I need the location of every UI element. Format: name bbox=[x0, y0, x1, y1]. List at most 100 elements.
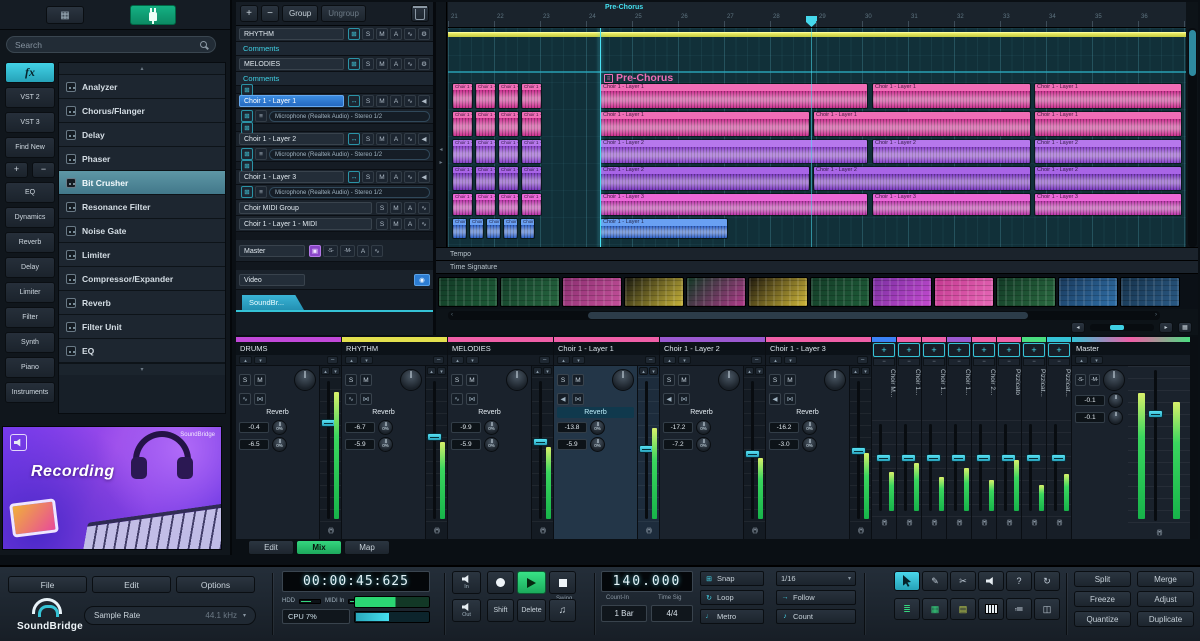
collapse-channel-button[interactable]: − bbox=[923, 358, 945, 366]
mixer-channel[interactable]: Choir 1 - Layer 1▴▾−SM◀⋈Reverb-13.80%-5.… bbox=[554, 337, 659, 539]
fader-collapse-down-icon[interactable]: ▾ bbox=[861, 367, 870, 375]
expand-channel-button[interactable]: + bbox=[948, 343, 970, 357]
audio-clip[interactable]: Choir 1 - Layer 1 bbox=[521, 111, 542, 137]
time-signature-lane[interactable]: Time Signature bbox=[436, 260, 1198, 273]
crossfade-icon[interactable]: ⋈ bbox=[466, 393, 478, 405]
wave-icon[interactable]: ∿ bbox=[345, 393, 357, 405]
collapse-channel-button[interactable]: − bbox=[873, 358, 895, 366]
audio-clip[interactable]: Choir 1 - Layer 2 bbox=[452, 139, 473, 164]
expand-channel-button[interactable]: + bbox=[998, 343, 1020, 357]
crossfade-icon[interactable]: ⋈ bbox=[360, 393, 372, 405]
fader-collapse-down-icon[interactable]: ▾ bbox=[331, 367, 340, 375]
collapsed-channel[interactable]: +−Choir 2...((•)) bbox=[972, 337, 996, 539]
audio-clip[interactable]: Choir 1 - Layer 1 bbox=[475, 111, 496, 137]
mixer-channel[interactable]: MELODIES▴▾−SM∿⋈Reverb-9.90%-5.90%▴▾((•)) bbox=[448, 337, 553, 539]
vertical-scroll-thumb[interactable] bbox=[1189, 30, 1196, 76]
plugin-manager-button[interactable] bbox=[130, 5, 176, 25]
menu-file-button[interactable]: File bbox=[8, 576, 87, 593]
collapse-up-icon[interactable]: ▴ bbox=[345, 356, 358, 364]
collapsed-channel[interactable]: +−Pizzicat...((•)) bbox=[1022, 337, 1046, 539]
remove-plugin-button[interactable]: − bbox=[32, 162, 55, 178]
remove-channel-button[interactable]: − bbox=[539, 356, 550, 364]
audio-clip[interactable]: Choir 1 - Layer 1 bbox=[452, 83, 473, 109]
plugin-list-scroll-up-icon[interactable]: ▴ bbox=[59, 63, 225, 75]
zoom-slider[interactable] bbox=[1090, 324, 1154, 331]
snap-toggle[interactable]: ⊞Snap bbox=[700, 571, 764, 586]
send-knob[interactable]: 0% bbox=[272, 420, 287, 435]
mute-button[interactable]: M bbox=[254, 374, 266, 386]
collapsed-channel[interactable]: +−Pizzicat...((•)) bbox=[1047, 337, 1071, 539]
wave-icon[interactable]: ∿ bbox=[451, 393, 463, 405]
send-slot[interactable]: Reverb bbox=[451, 407, 528, 418]
input-fold-icon[interactable]: ⊞ bbox=[241, 110, 253, 122]
project-tab[interactable]: SoundBr... bbox=[242, 295, 304, 310]
fader-collapse-up-icon[interactable]: ▴ bbox=[745, 367, 754, 375]
track-name[interactable]: Choir 1 - Layer 1 bbox=[239, 95, 344, 107]
count-in-select[interactable]: 1 Bar bbox=[601, 605, 647, 622]
remove-channel-button[interactable]: − bbox=[645, 356, 656, 364]
send-knob[interactable]: 0% bbox=[696, 420, 711, 435]
plugin-group-limiter[interactable]: Limiter bbox=[5, 282, 55, 303]
mute-button[interactable]: M bbox=[376, 28, 388, 40]
automation-button[interactable]: A bbox=[404, 202, 416, 214]
plugin-group-synth[interactable]: Synth bbox=[5, 332, 55, 353]
track-name[interactable]: Master bbox=[239, 245, 305, 257]
audio-clip[interactable]: Choir 1 - Layer 3 bbox=[452, 193, 473, 216]
pan-knob[interactable] bbox=[400, 369, 422, 391]
collapse-channel-button[interactable]: − bbox=[948, 358, 970, 366]
plugin-item[interactable]: EQ bbox=[59, 339, 225, 363]
automation-button[interactable]: A bbox=[404, 218, 416, 230]
master-solo-button[interactable]: -S- bbox=[1075, 374, 1086, 386]
plugin-item[interactable]: Limiter bbox=[59, 243, 225, 267]
solo-button[interactable]: S bbox=[362, 58, 374, 70]
stretch-icon[interactable]: ↔ bbox=[348, 171, 360, 183]
routing-icon[interactable]: ⊞ bbox=[348, 58, 360, 70]
promo-banner[interactable]: SoundBridge Recording bbox=[2, 426, 222, 550]
mixer-tab-edit[interactable]: Edit bbox=[248, 540, 294, 555]
plugin-group-eq[interactable]: EQ bbox=[5, 182, 55, 203]
mute-button[interactable]: M bbox=[360, 374, 372, 386]
solo-button[interactable]: S bbox=[451, 374, 463, 386]
video-thumbnail[interactable] bbox=[934, 277, 994, 307]
menu-options-button[interactable]: Options bbox=[176, 576, 255, 593]
stretch-icon[interactable]: ↔ bbox=[348, 133, 360, 145]
track-row[interactable]: Master▣-S--M-A∿ bbox=[236, 240, 433, 262]
mute-button[interactable]: M bbox=[390, 218, 402, 230]
expand-channel-button[interactable]: + bbox=[873, 343, 895, 357]
play-button[interactable] bbox=[517, 571, 546, 594]
master-solo-button[interactable]: -S- bbox=[323, 245, 338, 257]
mute-button[interactable]: M bbox=[376, 95, 388, 107]
collapse-down-icon[interactable]: ▾ bbox=[572, 356, 585, 364]
audio-clip[interactable]: Choir 1 - Layer 1 bbox=[1034, 83, 1182, 109]
wave-icon[interactable]: ∿ bbox=[418, 202, 430, 214]
video-thumbnail[interactable] bbox=[748, 277, 808, 307]
fader-handle[interactable] bbox=[901, 454, 916, 462]
sample-rate-select[interactable]: Sample Rate 44.1 kHz ▾ bbox=[84, 606, 256, 625]
mixer-channel[interactable]: DRUMS▴▾−SM∿⋈Reverb-0.40%-6.50%▴▾((•)) bbox=[236, 337, 341, 539]
loop-tool-button[interactable]: ↻ bbox=[1034, 571, 1060, 591]
plugin-item[interactable]: Bit Crusher bbox=[59, 171, 225, 195]
audio-clip[interactable]: Choir 1 - Layer 2 bbox=[498, 139, 519, 164]
scroll-left-icon[interactable]: ‹ bbox=[448, 312, 456, 319]
comments-row[interactable]: Comments bbox=[236, 42, 433, 56]
input-fold-icon[interactable]: ⊞ bbox=[241, 186, 253, 198]
audio-clip[interactable]: Choir 1 - Layer 3 bbox=[872, 193, 1031, 216]
crossfade-icon[interactable]: ⋈ bbox=[678, 393, 690, 405]
marker-label[interactable]: Pre-Chorus bbox=[605, 4, 643, 11]
video-thumbnail[interactable] bbox=[1120, 277, 1180, 307]
audio-clip[interactable]: Choir 1 - Layer 2 bbox=[475, 166, 496, 191]
merge-button[interactable]: Merge bbox=[1137, 571, 1194, 587]
monitor-speaker-icon[interactable]: ◀ bbox=[663, 393, 675, 405]
fader-handle[interactable] bbox=[926, 454, 941, 462]
send-slot[interactable]: Reverb bbox=[769, 407, 846, 418]
mute-button[interactable]: M bbox=[784, 374, 796, 386]
wave-icon[interactable]: ∿ bbox=[239, 393, 251, 405]
plugin-tab-vst-3[interactable]: VST 3 bbox=[5, 112, 55, 133]
send-knob[interactable]: 0% bbox=[696, 437, 711, 452]
plugin-item[interactable]: Chorus/Flanger bbox=[59, 99, 225, 123]
mute-button[interactable]: M bbox=[376, 58, 388, 70]
pan-knob[interactable] bbox=[612, 369, 634, 391]
track-name[interactable]: Choir 1 - Layer 2 bbox=[239, 133, 344, 145]
send-knob[interactable]: 0% bbox=[378, 420, 393, 435]
duplicate-button[interactable]: Duplicate bbox=[1137, 611, 1194, 627]
